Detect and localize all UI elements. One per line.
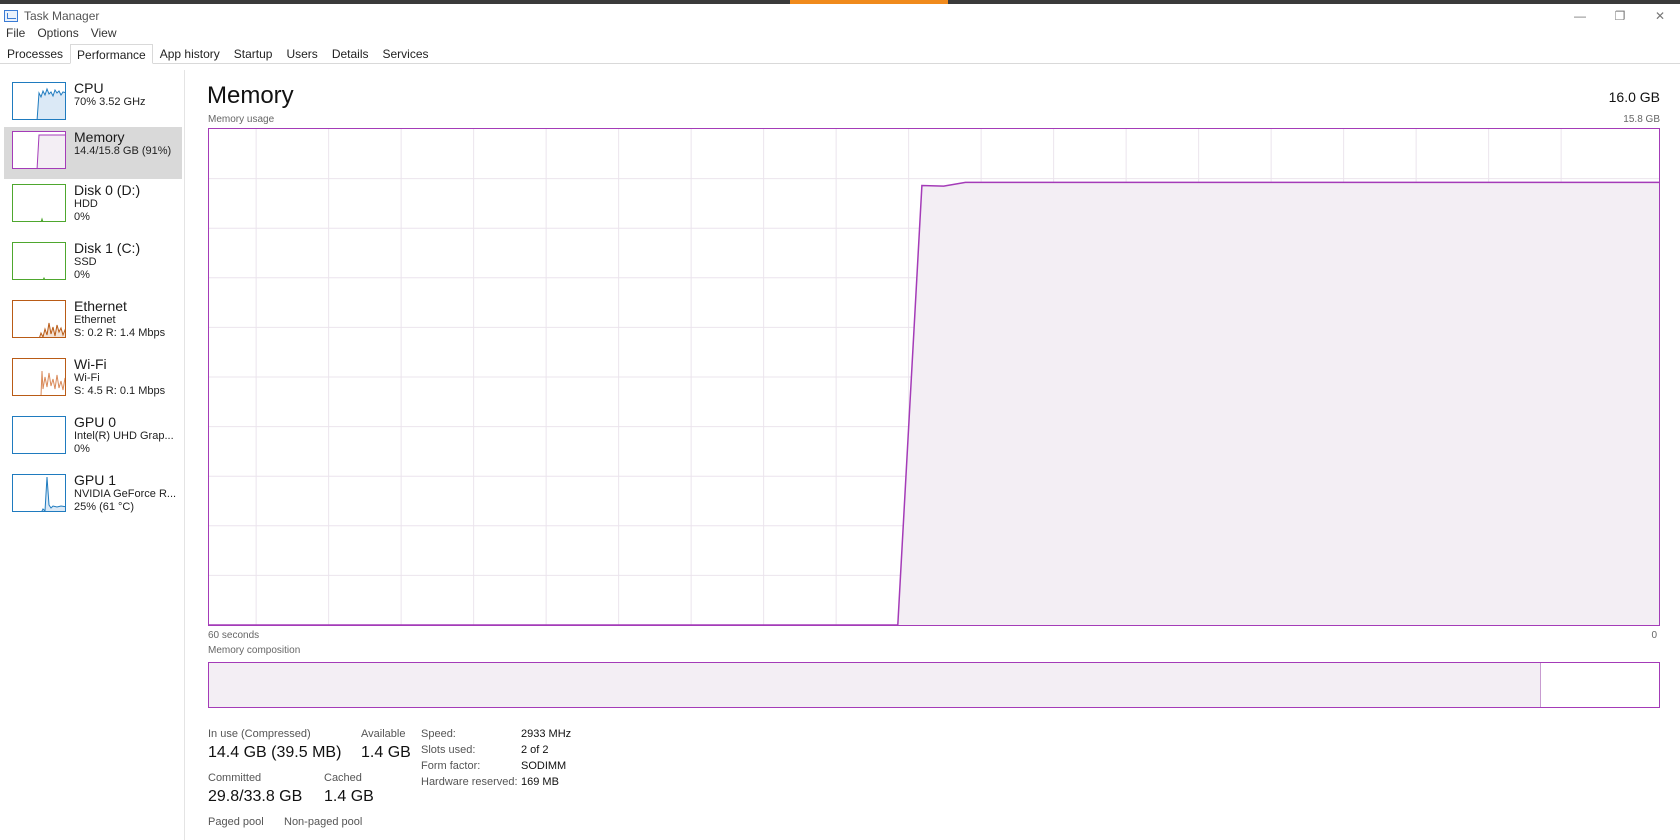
sidebar-ethernet-name: Ethernet	[74, 298, 127, 314]
hardware-reserved-label: Hardware reserved:	[421, 776, 518, 788]
sidebar-cpu-name: CPU	[74, 80, 104, 96]
minimize-button[interactable]: —	[1560, 4, 1600, 28]
tab-users[interactable]: Users	[279, 43, 324, 63]
menu-view[interactable]: View	[85, 26, 123, 40]
sidebar-item-gpu-1[interactable]: GPU 1 NVIDIA GeForce R... 25% (61 °C)	[4, 470, 182, 522]
sidebar-cpu-usage: 70% 3.52 GHz	[74, 96, 146, 108]
close-icon: ✕	[1654, 9, 1666, 23]
sidebar-item-disk-1[interactable]: Disk 1 (C:) SSD 0%	[4, 238, 182, 290]
memory-usage-label: Memory usage	[208, 114, 275, 125]
sidebar-ethernet-adapter: Ethernet	[74, 314, 116, 326]
sidebar-wifi-name: Wi-Fi	[74, 356, 107, 372]
memory-thumbnail	[12, 131, 66, 169]
sidebar-gpu-1-name: GPU 1	[74, 472, 117, 488]
form-factor-value: SODIMM	[521, 760, 567, 772]
tab-startup[interactable]: Startup	[227, 43, 280, 63]
sidebar-gpu-1-usage: 25% (61 °C)	[74, 501, 135, 513]
committed-value: 29.8/33.8 GB	[208, 788, 303, 805]
available-value: 1.4 GB	[361, 744, 411, 761]
tab-performance[interactable]: Performance	[70, 44, 153, 64]
close-button[interactable]: ✕	[1640, 4, 1680, 28]
in-use-value: 14.4 GB (39.5 MB)	[208, 744, 342, 761]
sidebar-gpu-0-model: Intel(R) UHD Grap...	[74, 430, 174, 442]
memory-total: 16.0 GB	[1608, 89, 1660, 105]
sidebar-ethernet-throughput: S: 0.2 R: 1.4 Mbps	[74, 327, 166, 339]
title-bar: Task Manager — ❐ ✕	[0, 4, 1680, 28]
cpu-thumbnail	[12, 82, 66, 120]
window-title: Task Manager	[24, 9, 100, 23]
window-controls: — ❐ ✕	[1560, 4, 1680, 28]
committed-label: Committed	[208, 772, 262, 784]
sidebar-gpu-0-usage: 0%	[74, 443, 90, 455]
sidebar-memory-name: Memory	[74, 129, 125, 145]
sidebar-item-memory[interactable]: Memory 14.4/15.8 GB (91%)	[4, 127, 182, 179]
tab-services[interactable]: Services	[376, 43, 436, 63]
sidebar-gpu-0-name: GPU 0	[74, 414, 117, 430]
sidebar-item-wifi[interactable]: Wi-Fi Wi-Fi S: 4.5 R: 0.1 Mbps	[4, 354, 182, 406]
memory-usage-graph	[208, 128, 1660, 626]
speed-label: Speed:	[421, 728, 456, 740]
sidebar-item-gpu-0[interactable]: GPU 0 Intel(R) UHD Grap... 0%	[4, 412, 182, 464]
sidebar-item-ethernet[interactable]: Ethernet Ethernet S: 0.2 R: 1.4 Mbps	[4, 296, 182, 348]
cached-value: 1.4 GB	[324, 788, 374, 805]
restore-button[interactable]: ❐	[1600, 4, 1640, 28]
memory-composition-label: Memory composition	[208, 645, 301, 656]
task-manager-icon	[4, 10, 18, 22]
minimize-icon: —	[1574, 9, 1586, 23]
tab-details[interactable]: Details	[325, 43, 376, 63]
slots-value: 2 of 2	[521, 744, 549, 756]
form-factor-label: Form factor:	[421, 760, 481, 772]
time-axis-start: 60 seconds	[208, 630, 260, 641]
cached-label: Cached	[324, 772, 362, 784]
menu-bar: File Options View	[0, 24, 123, 42]
menu-options[interactable]: Options	[31, 26, 84, 40]
sidebar-item-cpu[interactable]: CPU 70% 3.52 GHz	[4, 78, 182, 130]
memory-composition-available	[1540, 663, 1659, 707]
sidebar-item-disk-0[interactable]: Disk 0 (D:) HDD 0%	[4, 180, 182, 232]
gpu-0-thumbnail	[12, 416, 66, 454]
menu-file[interactable]: File	[0, 26, 31, 40]
sidebar-disk-1-type: SSD	[74, 256, 97, 268]
wifi-thumbnail	[12, 358, 66, 396]
restore-icon: ❐	[1614, 9, 1626, 23]
sidebar-wifi-adapter: Wi-Fi	[74, 372, 100, 384]
page-title: Memory	[207, 82, 294, 109]
time-axis-end: 0	[1651, 630, 1657, 641]
available-label: Available	[361, 728, 406, 740]
speed-value: 2933 MHz	[521, 728, 572, 740]
paged-pool-label: Paged pool	[208, 816, 264, 828]
sidebar-disk-1-name: Disk 1 (C:)	[74, 240, 141, 256]
sidebar-disk-0-name: Disk 0 (D:)	[74, 182, 141, 198]
memory-usage-chart	[209, 129, 1659, 626]
tab-processes[interactable]: Processes	[0, 43, 70, 63]
hardware-reserved-value: 169 MB	[521, 776, 559, 788]
sidebar-wifi-throughput: S: 4.5 R: 0.1 Mbps	[74, 385, 166, 397]
resource-sidebar: CPU 70% 3.52 GHz Memory 14.4/15.8 GB (91…	[0, 70, 185, 840]
ethernet-thumbnail	[12, 300, 66, 338]
non-paged-pool-label: Non-paged pool	[284, 816, 363, 828]
disk-1-thumbnail	[12, 242, 66, 280]
memory-usage-area	[209, 182, 1659, 625]
tab-bar: Processes Performance App history Startu…	[0, 44, 1680, 64]
memory-composition-bar	[208, 662, 1660, 708]
tab-app-history[interactable]: App history	[153, 43, 227, 63]
disk-0-thumbnail	[12, 184, 66, 222]
sidebar-disk-1-usage: 0%	[74, 269, 90, 281]
gpu-1-thumbnail	[12, 474, 66, 512]
slots-label: Slots used:	[421, 744, 476, 756]
sidebar-gpu-1-model: NVIDIA GeForce R...	[74, 488, 177, 500]
memory-usage-max: 15.8 GB	[1623, 114, 1660, 125]
sidebar-disk-0-type: HDD	[74, 198, 98, 210]
in-use-label: In use (Compressed)	[208, 728, 311, 740]
sidebar-memory-usage: 14.4/15.8 GB (91%)	[74, 145, 172, 157]
sidebar-disk-0-usage: 0%	[74, 211, 90, 223]
